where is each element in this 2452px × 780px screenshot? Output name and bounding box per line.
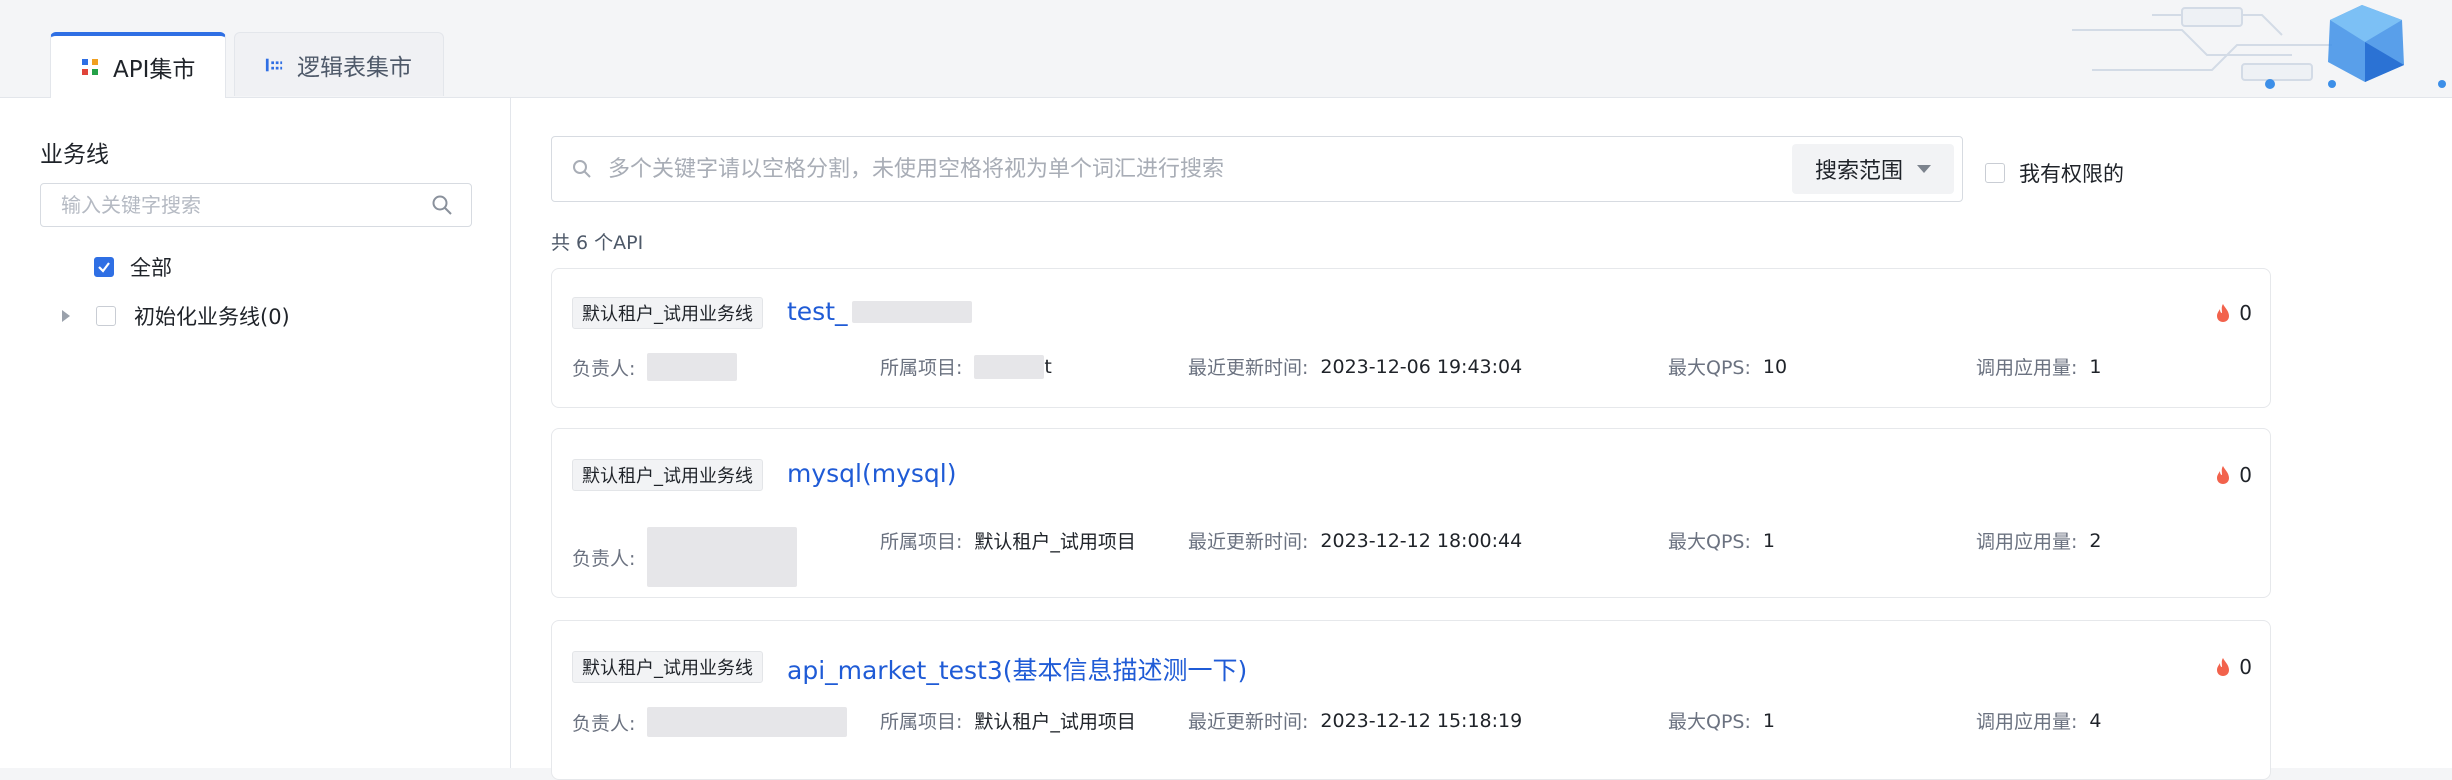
my-permission-filter[interactable]: 我有权限的 bbox=[1985, 158, 2124, 188]
qps-field: 最大QPS: 10 bbox=[1668, 353, 1787, 380]
usage-value: 4 bbox=[2089, 709, 2102, 732]
updated-key: 最近更新时间: bbox=[1188, 711, 1309, 733]
tree-item-init[interactable]: 初始化业务线(0) bbox=[62, 301, 290, 331]
fire-icon bbox=[2217, 658, 2230, 676]
api-name-link[interactable]: mysql(mysql) bbox=[787, 459, 956, 488]
project-value: 默认租户_试用项目 bbox=[974, 711, 1136, 733]
hot-count: 0 bbox=[2215, 655, 2252, 679]
updated-value: 2023-12-06 19:43:04 bbox=[1320, 355, 1523, 378]
project-field: 所属项目: 默认租户_试用项目 bbox=[880, 527, 1136, 554]
owner-field: 负责人: bbox=[572, 707, 848, 737]
result-count: 共 6 个API bbox=[551, 232, 644, 254]
project-key: 所属项目: bbox=[880, 357, 963, 379]
tab-api-market[interactable]: API集市 bbox=[50, 32, 226, 98]
qps-value: 10 bbox=[1762, 355, 1788, 378]
search-icon[interactable] bbox=[431, 194, 453, 216]
updated-field: 最近更新时间: 2023-12-12 15:18:19 bbox=[1188, 707, 1522, 734]
grid-icon bbox=[82, 59, 98, 75]
qps-field: 最大QPS: 1 bbox=[1668, 527, 1775, 554]
redacted-owner bbox=[647, 527, 798, 587]
qps-value: 1 bbox=[1762, 709, 1775, 732]
usage-field: 调用应用量: 1 bbox=[1976, 353, 2102, 380]
usage-value: 1 bbox=[2089, 355, 2102, 378]
updated-value: 2023-12-12 15:18:19 bbox=[1320, 709, 1523, 732]
updated-key: 最近更新时间: bbox=[1188, 357, 1309, 379]
sidebar-title: 业务线 bbox=[40, 142, 109, 168]
checkbox-all[interactable] bbox=[94, 257, 114, 277]
project-key: 所属项目: bbox=[880, 711, 963, 733]
project-field: 所属项目: 默认租户_试用项目 bbox=[880, 707, 1136, 734]
table-icon bbox=[265, 58, 283, 71]
qps-key: 最大QPS: bbox=[1668, 531, 1751, 553]
api-name-link[interactable]: api_market_test3(基本信息描述测一下) bbox=[787, 651, 1247, 687]
checkbox-init[interactable] bbox=[96, 306, 116, 326]
sidebar-search bbox=[40, 183, 472, 227]
usage-key: 调用应用量: bbox=[1976, 531, 2078, 553]
business-line-sidebar: 业务线 全部 初始化业务线(0) bbox=[0, 98, 511, 768]
fire-icon bbox=[2217, 466, 2230, 484]
api-card[interactable]: 默认租户_试用业务线 test_ 0 负责人: 所属项目: t 最近更新时间: … bbox=[551, 268, 2271, 408]
permission-checkbox[interactable] bbox=[1985, 163, 2005, 183]
search-icon bbox=[573, 160, 591, 178]
search-scope-label: 搜索范围 bbox=[1814, 159, 1903, 184]
project-field: 所属项目: t bbox=[880, 353, 1052, 380]
hot-value: 0 bbox=[2239, 463, 2252, 487]
qps-value: 1 bbox=[1762, 529, 1775, 552]
project-key: 所属项目: bbox=[880, 531, 963, 553]
project-value: 默认租户_试用项目 bbox=[974, 531, 1136, 553]
expand-caret-icon[interactable] bbox=[62, 310, 70, 322]
tab-label: 逻辑表集市 bbox=[297, 54, 412, 81]
business-line-tag: 默认租户_试用业务线 bbox=[572, 651, 763, 683]
check-icon bbox=[98, 262, 110, 273]
redacted-owner bbox=[647, 353, 738, 381]
project-value: t bbox=[1044, 355, 1052, 378]
owner-key: 负责人: bbox=[572, 712, 636, 735]
updated-field: 最近更新时间: 2023-12-06 19:43:04 bbox=[1188, 353, 1522, 380]
usage-key: 调用应用量: bbox=[1976, 711, 2078, 733]
redacted-owner bbox=[647, 707, 848, 737]
business-line-tag: 默认租户_试用业务线 bbox=[572, 459, 763, 491]
usage-value: 2 bbox=[2089, 529, 2102, 552]
hot-value: 0 bbox=[2239, 301, 2252, 325]
hot-count: 0 bbox=[2215, 301, 2252, 325]
top-tab-bar: API集市 逻辑表集市 bbox=[0, 0, 2452, 98]
tab-label: API集市 bbox=[113, 57, 196, 83]
api-name-text: test_ bbox=[787, 297, 848, 326]
owner-key: 负责人: bbox=[572, 357, 636, 380]
usage-key: 调用应用量: bbox=[1976, 357, 2078, 379]
hot-value: 0 bbox=[2239, 655, 2252, 679]
updated-value: 2023-12-12 18:00:44 bbox=[1320, 529, 1523, 552]
fire-icon bbox=[2217, 304, 2230, 322]
tree-label-init: 初始化业务线(0) bbox=[134, 305, 290, 329]
qps-field: 最大QPS: 1 bbox=[1668, 707, 1775, 734]
caret-down-icon bbox=[1917, 165, 1931, 173]
redacted-text bbox=[851, 300, 972, 323]
owner-field: 负责人: bbox=[572, 353, 738, 381]
updated-key: 最近更新时间: bbox=[1188, 531, 1309, 553]
updated-field: 最近更新时间: 2023-12-12 18:00:44 bbox=[1188, 527, 1522, 554]
api-name-link[interactable]: test_ bbox=[787, 297, 972, 326]
tab-logic-table-market[interactable]: 逻辑表集市 bbox=[234, 32, 444, 96]
owner-field: 负责人: bbox=[572, 527, 798, 587]
keyword-search-input[interactable] bbox=[606, 155, 1792, 183]
redacted-project bbox=[974, 354, 1045, 379]
usage-field: 调用应用量: 4 bbox=[1976, 707, 2102, 734]
tree-item-all[interactable]: 全部 bbox=[94, 252, 172, 282]
permission-label: 我有权限的 bbox=[2019, 162, 2124, 186]
business-line-tag: 默认租户_试用业务线 bbox=[572, 297, 763, 329]
decorative-graphic bbox=[2072, 5, 2446, 89]
api-card[interactable]: 默认租户_试用业务线 mysql(mysql) 0 负责人: 所属项目: 默认租… bbox=[551, 428, 2271, 598]
sidebar-search-input[interactable] bbox=[59, 192, 431, 218]
qps-key: 最大QPS: bbox=[1668, 711, 1751, 733]
hot-count: 0 bbox=[2215, 463, 2252, 487]
keyword-search: 搜索范围 bbox=[551, 136, 1963, 202]
api-card[interactable]: 默认租户_试用业务线 api_market_test3(基本信息描述测一下) 0… bbox=[551, 620, 2271, 780]
qps-key: 最大QPS: bbox=[1668, 357, 1751, 379]
usage-field: 调用应用量: 2 bbox=[1976, 527, 2102, 554]
tree-label-all: 全部 bbox=[130, 256, 172, 280]
api-list-panel: 搜索范围 我有权限的 共 6 个API 默认租户_试用业务线 test_ 0 负… bbox=[511, 98, 2452, 780]
search-scope-dropdown[interactable]: 搜索范围 bbox=[1792, 144, 1954, 194]
owner-key: 负责人: bbox=[572, 547, 636, 570]
